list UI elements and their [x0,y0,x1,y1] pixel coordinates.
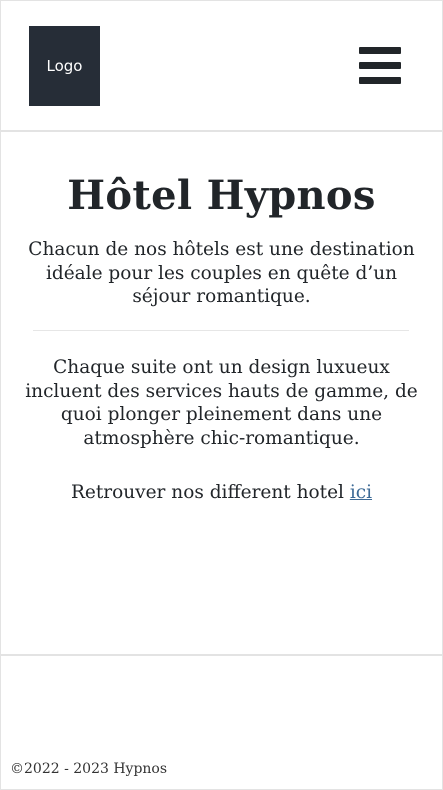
hamburger-menu-icon[interactable] [359,47,401,84]
logo[interactable]: Logo [29,26,100,106]
hotels-cta: Retrouver nos different hotel ici [0,481,443,505]
intro-text: Chacun de nos hôtels est une destination… [28,239,415,307]
section-divider [33,330,409,331]
menu-bar-top [359,47,401,54]
description-text: Chaque suite ont un design luxueux inclu… [25,357,418,449]
menu-bar-bottom [359,77,401,84]
hotels-cta-text: Retrouver nos different hotel [70,482,350,503]
page-title: Hôtel Hypnos [67,172,376,219]
hotels-link[interactable]: ici [350,482,372,503]
copyright-text: ©2022 - 2023 Hypnos [10,761,168,777]
logo-text: Logo [46,57,83,75]
menu-bar-middle [359,62,401,69]
site-header: Logo [0,0,443,132]
site-footer: ©2022 - 2023 Hypnos [10,760,167,778]
main-content: Hôtel Hypnos Chacun de nos hôtels est un… [0,134,443,656]
